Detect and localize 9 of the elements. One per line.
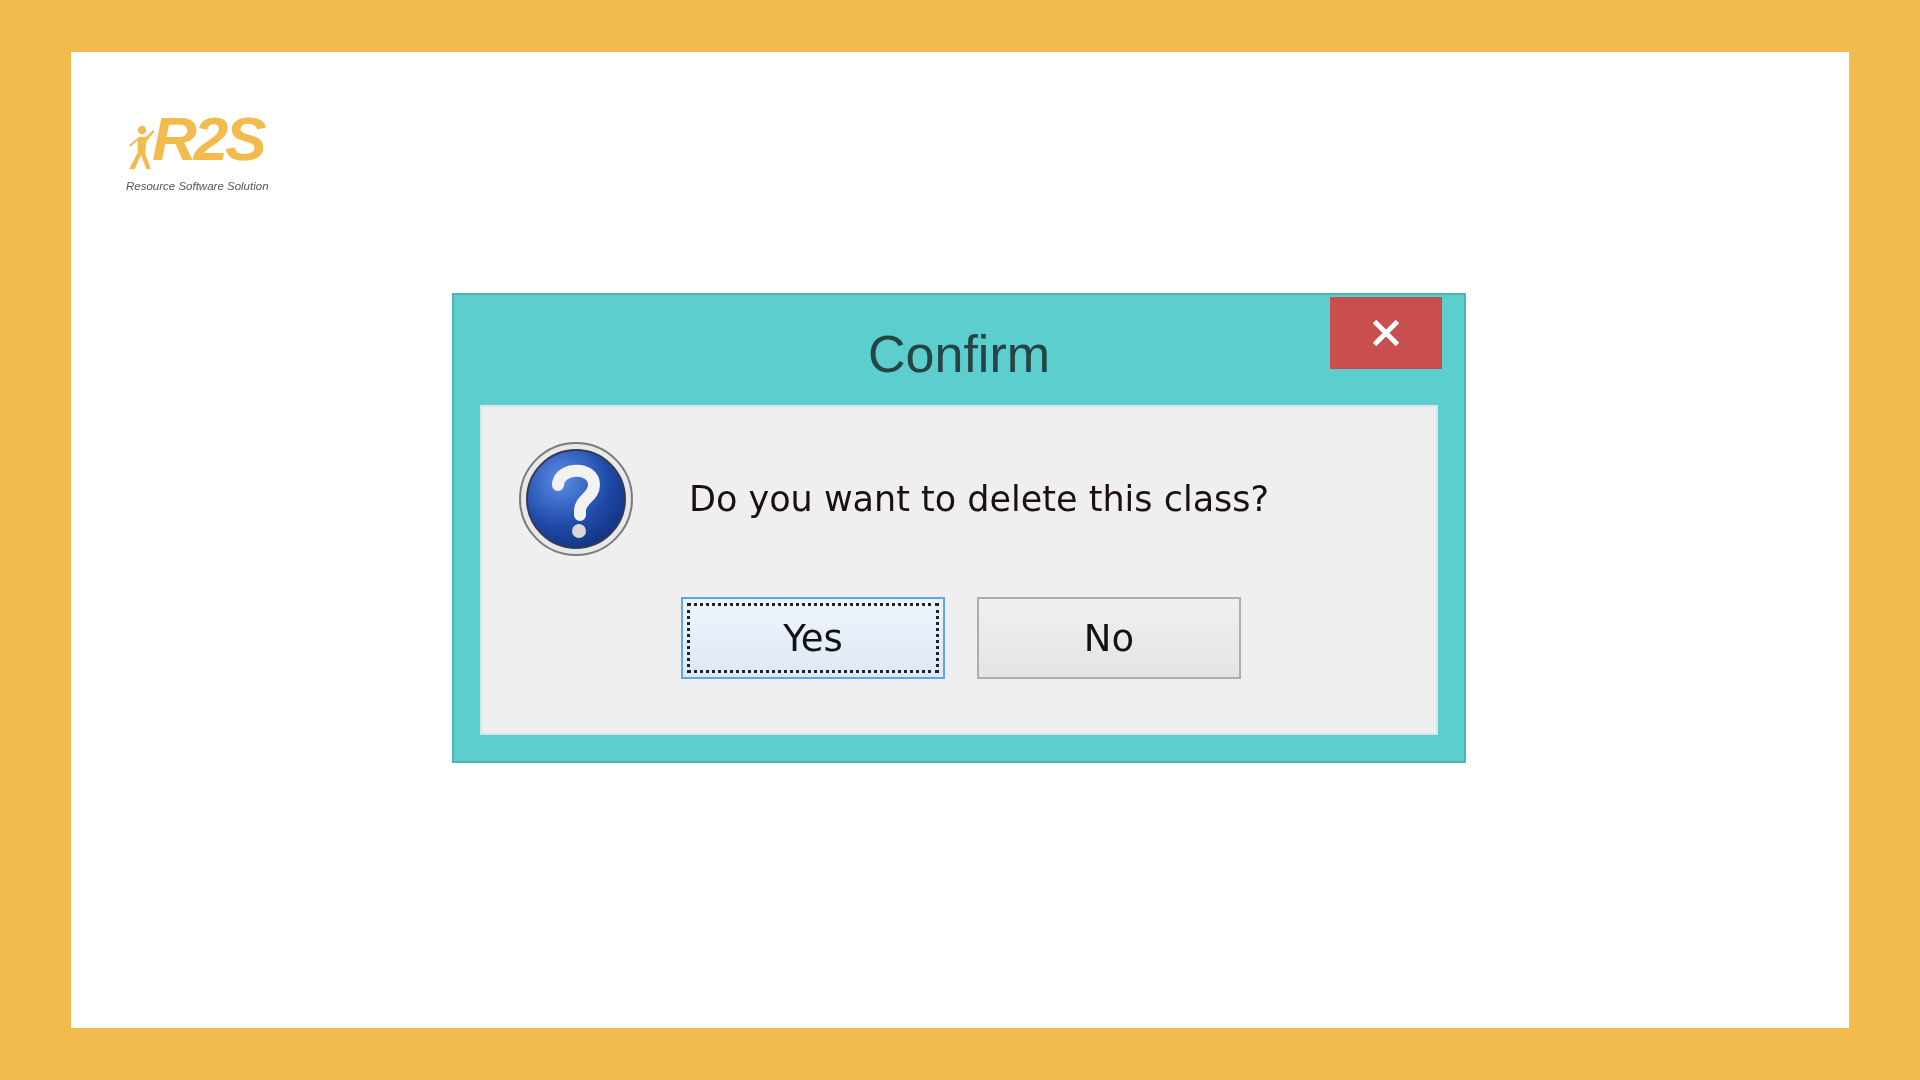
logo-tagline: Resource Software Solution	[126, 180, 270, 192]
cancel-button[interactable]: No	[977, 597, 1241, 679]
dialog-message: Do you want to delete this class?	[689, 479, 1270, 519]
confirm-button[interactable]: Yes	[681, 597, 945, 679]
close-button[interactable]	[1330, 297, 1442, 369]
question-icon	[518, 441, 634, 557]
logo-wordmark: R2S	[152, 106, 264, 172]
close-icon	[1373, 320, 1399, 346]
dialog-title: Confirm	[868, 324, 1050, 384]
